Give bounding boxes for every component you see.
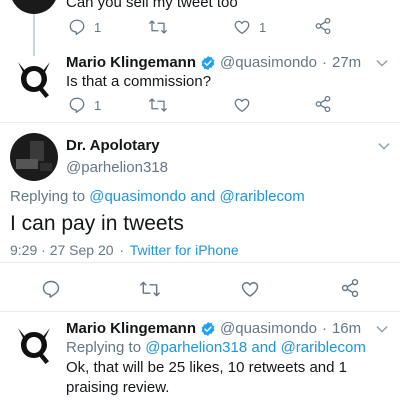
share-button[interactable] bbox=[340, 278, 360, 298]
avatar[interactable] bbox=[10, 0, 58, 14]
like-icon bbox=[234, 20, 250, 35]
retweet-button[interactable] bbox=[148, 96, 168, 114]
separator: · bbox=[321, 54, 327, 71]
chevron-down-icon[interactable] bbox=[374, 55, 390, 71]
replying-and: and bbox=[190, 188, 216, 205]
replying-to: Replying to @quasimondo and @raribleсom bbox=[10, 187, 305, 207]
replying-prefix: Replying to bbox=[10, 188, 86, 205]
mention-link[interactable]: @parhelion318 bbox=[145, 339, 247, 356]
mention-link[interactable]: @raribleсom bbox=[220, 188, 305, 205]
separator: · bbox=[119, 242, 125, 258]
handle[interactable]: @quasimondo bbox=[220, 54, 317, 71]
avatar[interactable] bbox=[10, 133, 58, 181]
timestamp[interactable]: 27m bbox=[332, 54, 361, 71]
reply-count: 1 bbox=[94, 19, 102, 35]
retweet-button[interactable] bbox=[139, 279, 161, 299]
timestamp[interactable]: 16m bbox=[332, 320, 361, 337]
replying-to: Replying to @parhelion318 and @raribleсo… bbox=[66, 338, 366, 358]
reply-icon bbox=[42, 280, 60, 298]
q-logo-icon bbox=[18, 62, 50, 98]
tweet-2[interactable]: Mario Klingemann @quasimondo · 27m Is th… bbox=[0, 46, 400, 122]
display-name[interactable]: Mario Klingemann bbox=[66, 320, 196, 337]
chevron-down-icon[interactable] bbox=[374, 321, 390, 337]
like-button[interactable] bbox=[233, 96, 251, 114]
retweet-icon bbox=[140, 281, 160, 297]
like-button[interactable] bbox=[240, 279, 260, 299]
display-name[interactable]: Mario Klingemann bbox=[66, 54, 196, 71]
reply-icon bbox=[69, 19, 85, 35]
retweet-icon bbox=[149, 20, 167, 34]
divider bbox=[0, 262, 400, 263]
reply-button[interactable]: 1 bbox=[68, 18, 101, 36]
tweet-text: Is that a commission? bbox=[66, 73, 212, 90]
chevron-down-icon[interactable] bbox=[376, 138, 392, 154]
mention-link[interactable]: @raribleсom bbox=[281, 339, 366, 356]
like-icon bbox=[234, 98, 250, 113]
verified-icon bbox=[201, 55, 215, 70]
tweet-header: Mario Klingemann @quasimondo · 27m bbox=[66, 54, 361, 71]
tweet-meta: 9:29 · 27 Sep 20 · Twitter for iPhone bbox=[10, 240, 239, 260]
like-button[interactable]: 1 bbox=[233, 18, 266, 36]
verified-icon bbox=[201, 321, 215, 336]
tweet-3-focused[interactable]: Dr. Apolotary @parhelion318 Replying to … bbox=[0, 123, 400, 299]
display-name[interactable]: Dr. Apolotary bbox=[66, 137, 160, 154]
retweet-icon bbox=[149, 98, 167, 112]
replying-prefix: Replying to bbox=[66, 339, 142, 356]
separator: · bbox=[321, 320, 327, 337]
share-icon bbox=[315, 95, 331, 113]
share-icon bbox=[315, 17, 331, 35]
timestamp[interactable]: 9:29 · 27 Sep 20 bbox=[10, 242, 114, 258]
tweet-text: I can pay in tweets bbox=[10, 212, 184, 235]
reply-button[interactable]: 1 bbox=[68, 96, 101, 114]
handle[interactable]: @quasimondo bbox=[220, 320, 317, 337]
avatar[interactable] bbox=[10, 56, 58, 104]
like-icon bbox=[241, 282, 259, 297]
handle[interactable]: @parhelion318 bbox=[66, 158, 168, 178]
avatar[interactable] bbox=[10, 322, 58, 370]
tweet-header: Mario Klingemann @quasimondo · 16m bbox=[66, 320, 361, 337]
source-link[interactable]: Twitter for iPhone bbox=[130, 242, 239, 258]
like-count: 1 bbox=[259, 19, 267, 35]
tweet-header: Dr. Apolotary bbox=[66, 137, 160, 154]
share-icon bbox=[341, 278, 359, 298]
reply-button[interactable] bbox=[41, 279, 61, 299]
mention-link[interactable]: @quasimondo bbox=[89, 188, 186, 205]
tweet-4[interactable]: Mario Klingemann @quasimondo · 16m Reply… bbox=[0, 312, 400, 400]
tweet-1[interactable]: Can you sell my tweet too 1 1 bbox=[0, 0, 400, 46]
tweet-text: Can you sell my tweet too bbox=[66, 0, 238, 11]
reply-count: 1 bbox=[94, 97, 102, 113]
share-button[interactable] bbox=[314, 17, 332, 35]
share-button[interactable] bbox=[314, 95, 332, 113]
tweet-text: Ok, that will be 25 likes, 10 retweets a… bbox=[66, 359, 347, 396]
reply-icon bbox=[69, 97, 85, 113]
q-logo-icon bbox=[18, 328, 50, 364]
retweet-button[interactable] bbox=[148, 18, 168, 36]
replying-and: and bbox=[251, 339, 277, 356]
